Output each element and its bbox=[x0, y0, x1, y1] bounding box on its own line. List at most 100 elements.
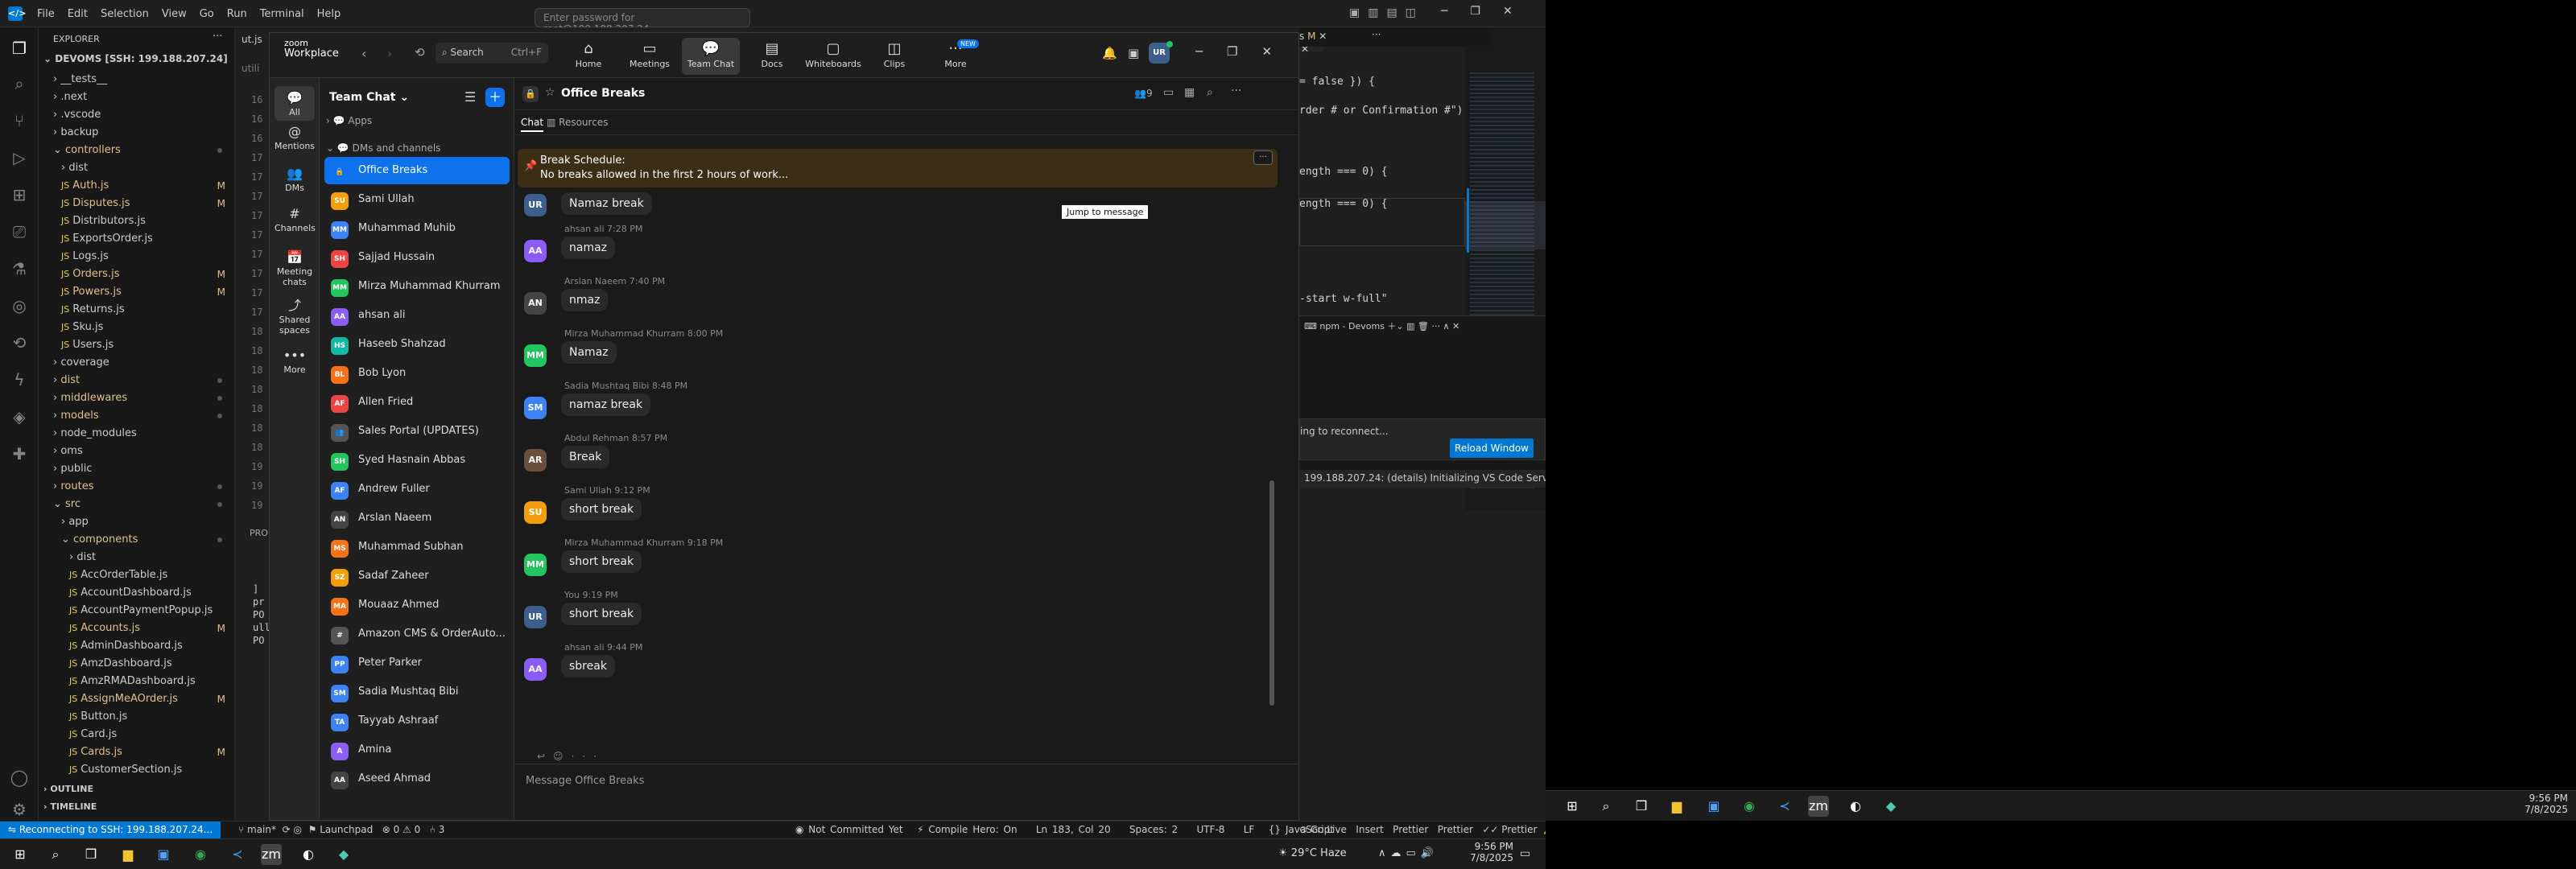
contact-item[interactable]: TA Tayyab Ashraaf bbox=[324, 707, 510, 735]
menu-terminal[interactable]: Terminal bbox=[254, 8, 311, 20]
tab-more-icon[interactable]: ··· bbox=[1372, 29, 1381, 40]
secondary-store-icon[interactable]: ▣ bbox=[1703, 796, 1724, 817]
tab-resources[interactable]: ▥ Resources bbox=[547, 117, 608, 128]
insert-status[interactable]: Insert bbox=[1356, 824, 1383, 835]
contact-item[interactable]: AA Aseed Ahmad bbox=[324, 765, 510, 793]
tree-folder[interactable]: › .next bbox=[39, 89, 235, 106]
task-view-icon[interactable]: ❒ bbox=[80, 844, 101, 865]
left-nav-dms[interactable]: 👥 DMs bbox=[275, 165, 315, 193]
chat-message[interactable]: UR You 9:19 PM short break bbox=[514, 590, 1239, 640]
tree-folder[interactable]: ⌄ src bbox=[39, 496, 235, 513]
settings-gear-icon[interactable]: ⚙ bbox=[10, 800, 29, 819]
problems-status[interactable]: ⊗ 0 ⚠ 0 bbox=[382, 824, 421, 835]
vscode-notification[interactable]: 199.188.207.24: (details) Initializing V… bbox=[1299, 470, 1546, 488]
notifications-bell-icon[interactable]: 🔔 bbox=[1102, 46, 1117, 60]
tree-file[interactable]: JS Disputes.js M bbox=[39, 195, 235, 212]
nav-team-chat[interactable]: 💬 Team Chat bbox=[682, 38, 740, 75]
tree-folder[interactable]: › __tests__ bbox=[39, 71, 235, 89]
video-call-icon[interactable]: ▭ bbox=[1163, 86, 1174, 99]
taskbar-search-icon[interactable]: ⌕ bbox=[45, 844, 66, 865]
secondary-vscode-icon[interactable]: ≺ bbox=[1774, 796, 1795, 817]
ports-status[interactable]: ⑃ 3 bbox=[430, 824, 445, 835]
contact-item[interactable]: MA Mouaaz Ahmed bbox=[324, 591, 510, 619]
tree-folder[interactable]: › .vscode bbox=[39, 106, 235, 124]
tree-folder[interactable]: › backup bbox=[39, 124, 235, 142]
nav-whiteboards[interactable]: ▢ Whiteboards bbox=[804, 38, 862, 75]
contact-item[interactable]: 👥 Sales Portal (UPDATES) bbox=[324, 418, 510, 445]
prettier-status-2[interactable]: Prettier bbox=[1438, 824, 1473, 835]
nav-more[interactable]: ··· More NEW bbox=[927, 38, 985, 75]
command-center-input[interactable]: Enter password for root@199.188.207.24 bbox=[535, 8, 750, 35]
app-window-icon[interactable]: ▣ bbox=[1128, 46, 1139, 60]
chat-message[interactable]: SU Sami Ullah 9:12 PM short break bbox=[514, 485, 1239, 535]
tree-file[interactable]: JS AmzRMADashboard.js bbox=[39, 673, 235, 690]
reload-window-button[interactable]: Reload Window bbox=[1450, 439, 1534, 458]
new-chat-button[interactable]: ＋ bbox=[485, 88, 505, 107]
vscode-taskbar-icon[interactable]: ≺ bbox=[227, 844, 248, 865]
secondary-clock[interactable]: 9:56 PM 7/8/2025 bbox=[2512, 793, 2568, 815]
tree-file[interactable]: JS Returns.js bbox=[39, 301, 235, 319]
contact-item[interactable]: # Amazon CMS & OrderAuto... bbox=[324, 620, 510, 648]
contact-item[interactable]: AA ahsan ali bbox=[324, 302, 510, 329]
zoom-taskbar-icon[interactable]: zm bbox=[261, 844, 282, 865]
menu-view[interactable]: View bbox=[155, 8, 193, 20]
tree-folder[interactable]: ⌄ components bbox=[39, 531, 235, 549]
tree-file[interactable]: JS Sku.js bbox=[39, 319, 235, 336]
launchpad-status[interactable]: ⚑ Launchpad bbox=[308, 824, 374, 835]
contact-item[interactable]: SH Syed Hasnain Abbas bbox=[324, 447, 510, 474]
back-arrow-icon[interactable]: ‹ bbox=[361, 46, 366, 61]
chat-message[interactable]: MM Mirza Muhammad Khurram 8:00 PM Namaz bbox=[514, 328, 1239, 378]
compile-hero-status[interactable]: ⚡ Compile Hero: On bbox=[917, 824, 1017, 835]
tree-file[interactable]: JS Button.js bbox=[39, 708, 235, 726]
tree-file[interactable]: JS Users.js bbox=[39, 336, 235, 354]
menu-edit[interactable]: Edit bbox=[61, 8, 94, 20]
branch-status[interactable]: ⑂ main* bbox=[238, 824, 276, 835]
contact-item[interactable]: HS Haseeb Shahzad bbox=[324, 331, 510, 358]
left-nav-meeting-chats[interactable]: 📅 Meeting chats bbox=[275, 249, 315, 287]
search-icon[interactable]: ⌕ bbox=[10, 74, 29, 93]
nav-meetings[interactable]: ▭ Meetings bbox=[621, 38, 679, 75]
zoom-search-box[interactable]: ⌕ Search Ctrl+F bbox=[436, 43, 548, 64]
dms-channels-section[interactable]: ⌄ 💬 DMs and channels bbox=[326, 142, 440, 154]
secondary-chrome-icon[interactable]: ◉ bbox=[1739, 796, 1760, 817]
tree-file[interactable]: JS Powers.js M bbox=[39, 283, 235, 301]
workspace-root[interactable]: ⌄ DEVOMS [SSH: 199.188.207.24] bbox=[43, 53, 228, 64]
commit-status[interactable]: ◉ Not Committed Yet bbox=[795, 824, 903, 835]
contact-item[interactable]: SM Sadia Mushtaq Bibi bbox=[324, 678, 510, 706]
menu-run[interactable]: Run bbox=[221, 8, 254, 20]
tree-file[interactable]: JS Card.js bbox=[39, 726, 235, 743]
contact-item[interactable]: AF Allen Fried bbox=[324, 389, 510, 416]
secondary-app-diamond-icon[interactable]: ◆ bbox=[1880, 796, 1901, 817]
tree-file[interactable]: JS AmzDashboard.js bbox=[39, 655, 235, 673]
menu-help[interactable]: Help bbox=[311, 8, 348, 20]
indent-status[interactable]: Spaces: 2 bbox=[1129, 824, 1178, 835]
contact-item[interactable]: SZ Sadaf Zaheer bbox=[324, 562, 510, 590]
contact-item[interactable]: SH Sajjad Hussain bbox=[324, 244, 510, 271]
python-icon[interactable]: ✚ bbox=[10, 444, 29, 463]
star-icon[interactable]: ☆ bbox=[545, 86, 555, 99]
secondary-start-icon[interactable]: ⊞ bbox=[1562, 796, 1583, 817]
eol-status[interactable]: LF bbox=[1244, 824, 1255, 835]
tree-folder[interactable]: › models bbox=[39, 407, 235, 425]
tree-file[interactable]: JS AccountDashboard.js bbox=[39, 584, 235, 602]
pinned-more-icon[interactable]: ··· bbox=[1253, 150, 1273, 165]
tree-folder[interactable]: › oms bbox=[39, 443, 235, 460]
chat-message[interactable]: AA ahsan ali 9:44 PM sbreak bbox=[514, 642, 1239, 692]
panel-problems-fragment[interactable]: PRO bbox=[250, 528, 268, 538]
tree-file[interactable]: JS Auth.js M bbox=[39, 177, 235, 195]
history-icon[interactable]: ⟲ bbox=[415, 45, 425, 60]
contact-item[interactable]: MM Mirza Muhammad Khurram bbox=[324, 273, 510, 300]
message-actions-icon[interactable]: ↩☺··· bbox=[537, 751, 605, 762]
window-controls-icon[interactable]: ─❐✕ bbox=[1441, 5, 1535, 18]
testing-icon[interactable]: ⚗ bbox=[10, 259, 29, 278]
app-circle-icon[interactable]: ◐ bbox=[298, 844, 319, 865]
chat-message[interactable]: AA ahsan ali 7:28 PM namaz bbox=[514, 224, 1239, 274]
terminal-tab[interactable]: ⌨ npm - Devoms ＋⌄ ▥ 🗑 ··· ∧ ✕ bbox=[1304, 319, 1459, 332]
editor-tab-fragment[interactable]: ut.js bbox=[235, 27, 267, 60]
prettier-status-1[interactable]: Prettier bbox=[1393, 824, 1428, 835]
chat-message[interactable]: AR Abdul Rehman 8:57 PM Break bbox=[514, 433, 1239, 483]
left-nav-all[interactable]: 💬 All bbox=[275, 86, 315, 121]
nav-clips[interactable]: ◫ Clips bbox=[865, 38, 923, 75]
cursor-position-status[interactable]: Ln 183, Col 20 bbox=[1036, 824, 1111, 835]
secondary-search-icon[interactable]: ⌕ bbox=[1596, 796, 1616, 817]
